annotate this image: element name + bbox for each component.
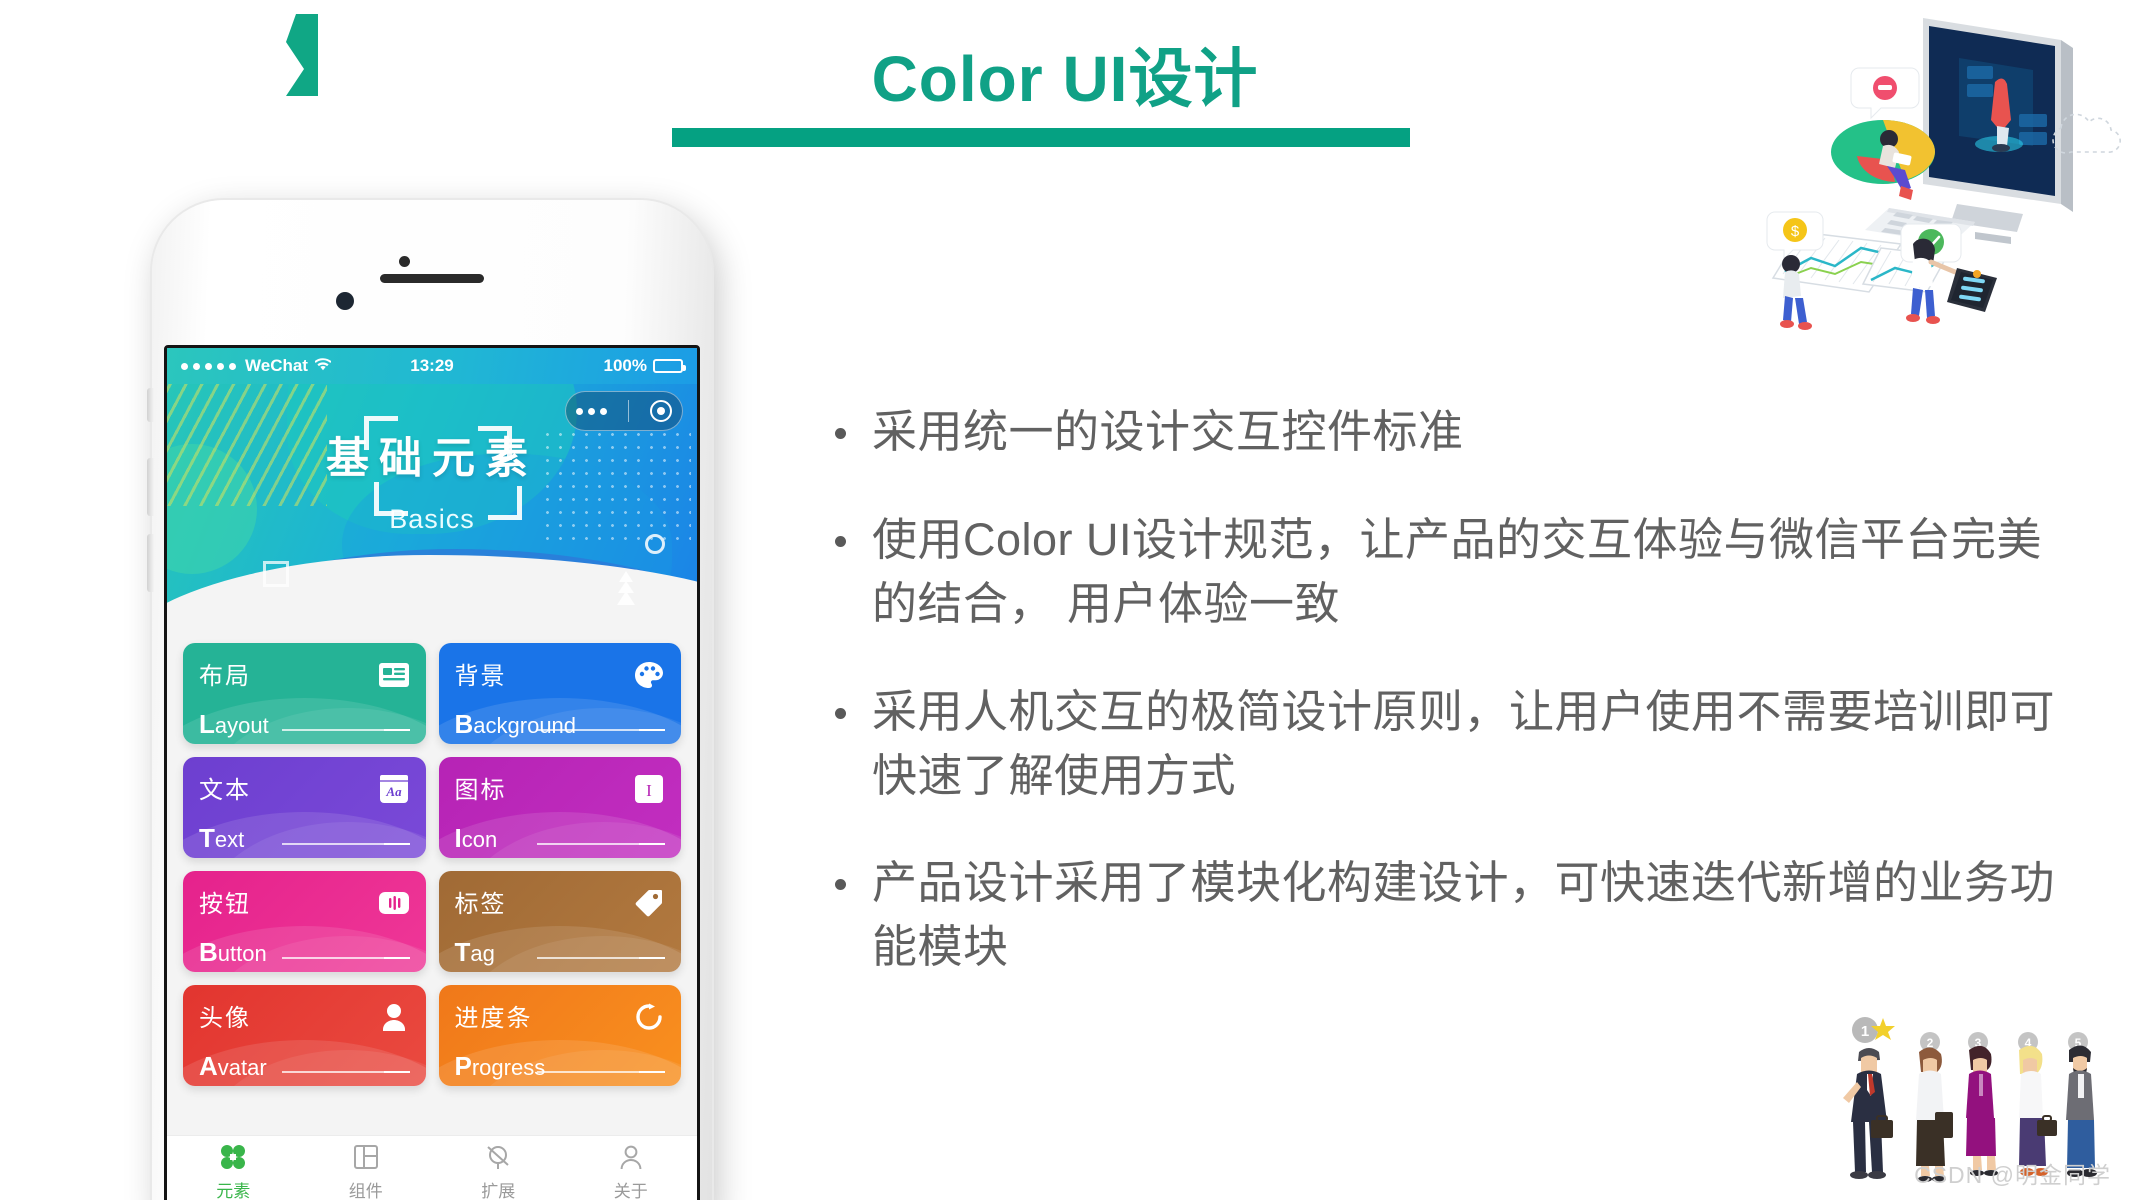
card-title-en: Progress bbox=[454, 1051, 546, 1081]
phone-front-camera bbox=[336, 292, 354, 310]
bullet-text: 产品设计采用了模块化构建设计，可快速迭代新增的业务功能模块 bbox=[872, 857, 2056, 973]
text-aa-icon: Aa bbox=[378, 773, 410, 805]
watermark: CSDN @明金同学 bbox=[1914, 1162, 2111, 1188]
bullet-text: 使用Color UI设计规范，让产品的交互体验与微信平台完美的结合， 用户体验一… bbox=[872, 513, 2043, 629]
hero-bracket-bottom-right bbox=[488, 486, 522, 520]
tab-label: 扩展 bbox=[481, 1181, 516, 1200]
grid-blocks-icon bbox=[220, 1144, 246, 1171]
svg-text:Aa: Aa bbox=[385, 784, 402, 799]
card-title-en: Tag bbox=[454, 937, 495, 967]
card-underline bbox=[537, 843, 665, 845]
element-card-grid: 布局 Layout 背景 Background 文本 Text Aa 图标 Ic… bbox=[167, 629, 697, 1086]
isometric-workspace-illustration: $ bbox=[1766, 18, 2121, 330]
tab-label: 关于 bbox=[613, 1181, 648, 1200]
bullet-text: 采用统一的设计交互控件标准 bbox=[872, 406, 1464, 457]
card-title-en: Text bbox=[199, 823, 245, 853]
card-underline bbox=[281, 957, 410, 959]
tab-about[interactable]: 关于 bbox=[565, 1136, 698, 1200]
card-underline bbox=[537, 729, 665, 731]
card-progress[interactable]: 进度条 Progress bbox=[438, 985, 681, 1086]
bullet-dot bbox=[835, 707, 846, 719]
letter-i-icon: I bbox=[633, 773, 665, 805]
hero-bracket-top-right bbox=[478, 426, 512, 460]
target-circle-icon[interactable] bbox=[649, 400, 672, 422]
card-icon[interactable]: 图标 Icon I bbox=[438, 757, 681, 858]
card-title-en: Background bbox=[454, 709, 577, 739]
tag-icon bbox=[633, 887, 665, 919]
card-underline bbox=[537, 957, 665, 959]
user-avatar-icon bbox=[378, 1001, 410, 1033]
bullet-item: 使用Color UI设计规范，让产品的交互体验与微信平台完美的结合， 用户体验一… bbox=[835, 508, 2065, 636]
spinner-icon bbox=[633, 1001, 665, 1033]
bullet-item: 产品设计采用了模块化构建设计，可快速迭代新增的业务功能模块 bbox=[835, 851, 2065, 979]
plug-icon bbox=[485, 1144, 511, 1171]
card-title-en: Layout bbox=[199, 709, 269, 739]
battery-percent-label: 100% bbox=[603, 356, 647, 375]
svg-text:1: 1 bbox=[1861, 1023, 1869, 1040]
capsule-divider bbox=[627, 400, 629, 422]
svg-text:$: $ bbox=[1791, 223, 1800, 240]
card-tag[interactable]: 标签 Tag bbox=[438, 871, 681, 972]
phone-mute-switch[interactable] bbox=[147, 388, 154, 422]
title-underline-bar bbox=[672, 128, 1410, 147]
bullet-dot bbox=[835, 535, 846, 547]
hero-tree-icon bbox=[617, 571, 635, 605]
phone-mockup: WeChat 13:29 100% 基础元素 Basics 布局 Layout … bbox=[147, 200, 712, 1200]
card-text[interactable]: 文本 Text Aa bbox=[183, 757, 426, 858]
hero-subtitle: Basics bbox=[389, 504, 475, 534]
status-bar-right: 100% bbox=[603, 356, 686, 376]
card-button[interactable]: 按钮 Button bbox=[183, 871, 426, 972]
bullet-item: 采用统一的设计交互控件标准 bbox=[835, 400, 2065, 464]
section-ribbon: 技术实现 bbox=[0, 14, 318, 96]
wechat-capsule-menu[interactable] bbox=[565, 391, 683, 431]
hero-square-decoration bbox=[263, 561, 289, 587]
tab-components[interactable]: 组件 bbox=[300, 1136, 433, 1200]
bullet-list: 采用统一的设计交互控件标准 使用Color UI设计规范，让产品的交互体验与微信… bbox=[835, 400, 2065, 1023]
phone-screen: WeChat 13:29 100% 基础元素 Basics 布局 Layout … bbox=[164, 345, 700, 1200]
card-underline bbox=[281, 729, 410, 731]
hero-circle-decoration bbox=[645, 534, 665, 554]
news-card-icon bbox=[378, 659, 410, 691]
section-ribbon-label: 技术实现 bbox=[62, 34, 215, 75]
hero-content: 基础元素 Basics bbox=[167, 416, 697, 535]
battery-icon bbox=[653, 359, 686, 373]
card-underline bbox=[281, 843, 410, 845]
card-title-en: Icon bbox=[454, 823, 498, 853]
card-avatar[interactable]: 头像 Avatar bbox=[183, 985, 426, 1086]
bullet-item: 采用人机交互的极简设计原则，让用户使用不需要培训即可快速了解使用方式 bbox=[835, 680, 2065, 808]
person-icon bbox=[618, 1144, 644, 1171]
hero-bracket-bottom-left bbox=[374, 482, 408, 516]
card-layout[interactable]: 布局 Layout bbox=[183, 643, 426, 744]
ellipsis-icon[interactable] bbox=[576, 407, 608, 415]
tab-label: 元素 bbox=[216, 1181, 251, 1200]
status-bar: WeChat 13:29 100% bbox=[167, 348, 697, 384]
card-background[interactable]: 背景 Background bbox=[438, 643, 681, 744]
tab-elements[interactable]: 元素 bbox=[167, 1136, 300, 1200]
button-icon bbox=[378, 887, 410, 919]
hero-banner: 基础元素 Basics bbox=[167, 384, 697, 629]
card-underline bbox=[537, 1071, 665, 1073]
slide-canvas: 技术实现 Color UI设计 采用统一的设计交互控件标准 使用Color UI… bbox=[0, 0, 2133, 1200]
bullet-text: 采用人机交互的极简设计原则，让用户使用不需要培训即可快速了解使用方式 bbox=[872, 685, 2056, 801]
phone-speaker-grille bbox=[380, 274, 484, 283]
tab-label: 组件 bbox=[348, 1181, 383, 1200]
bullet-dot bbox=[835, 428, 846, 439]
bottom-tab-bar: 元素 组件 扩展 关于 bbox=[167, 1135, 697, 1200]
page-title: Color UI设计 bbox=[871, 43, 1259, 115]
phone-volume-down-button[interactable] bbox=[147, 534, 154, 592]
svg-text:I: I bbox=[646, 781, 652, 800]
phone-volume-up-button[interactable] bbox=[147, 458, 154, 516]
phone-sensor-dot bbox=[399, 256, 410, 267]
tab-extensions[interactable]: 扩展 bbox=[432, 1136, 565, 1200]
palette-icon bbox=[633, 659, 665, 691]
card-title-en: Avatar bbox=[199, 1051, 267, 1081]
hero-bracket-top-left bbox=[364, 416, 398, 450]
card-title-en: Button bbox=[199, 937, 267, 967]
card-underline bbox=[281, 1071, 410, 1073]
layout-panel-icon bbox=[353, 1144, 379, 1171]
bullet-dot bbox=[835, 879, 846, 891]
